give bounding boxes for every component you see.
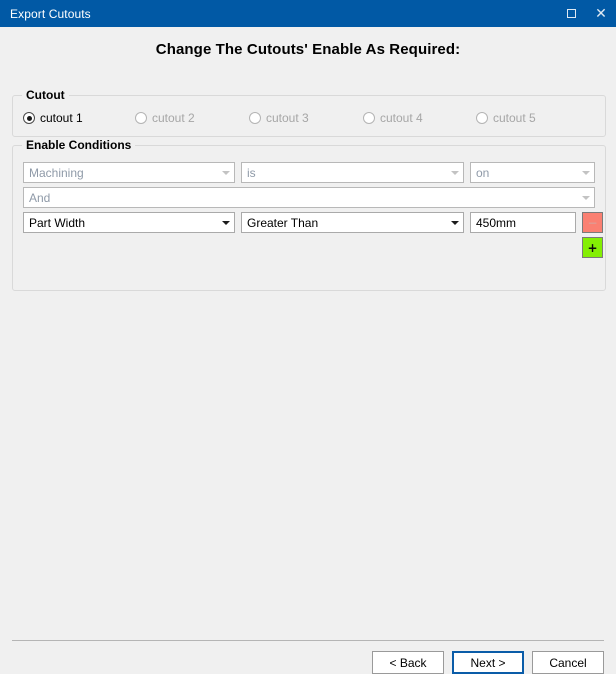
condition-2-operator-select[interactable]: Greater Than [241, 212, 464, 233]
radio-label: cutout 3 [266, 111, 309, 125]
condition-2-subject-select[interactable]: Part Width [23, 212, 235, 233]
dialog-client-area: Change The Cutouts' Enable As Required: … [0, 27, 616, 674]
chevron-down-icon [446, 163, 463, 182]
radio-cutout-4[interactable]: cutout 4 [363, 109, 423, 127]
radio-cutout-1[interactable]: cutout 1 [23, 109, 83, 127]
condition-joiner-value: And [29, 190, 51, 205]
condition-2-subject-value: Part Width [29, 215, 86, 230]
radio-icon [23, 112, 35, 124]
condition-2-value-input[interactable]: 450mm [470, 212, 576, 233]
radio-cutout-3[interactable]: cutout 3 [249, 109, 309, 127]
condition-1-operator-select[interactable]: is [241, 162, 464, 183]
radio-icon [135, 112, 147, 124]
condition-1-value: on [476, 165, 490, 180]
condition-1-subject-value: Machining [29, 165, 84, 180]
radio-cutout-2[interactable]: cutout 2 [135, 109, 195, 127]
cutout-group-legend: Cutout [22, 88, 69, 102]
maximize-button[interactable] [556, 0, 586, 27]
condition-row-3: Part Width Greater Than 450mm − [23, 212, 603, 233]
radio-label: cutout 1 [40, 111, 83, 125]
next-button[interactable]: Next > [452, 651, 524, 674]
add-condition-button[interactable]: + [582, 237, 603, 258]
cancel-button[interactable]: Cancel [532, 651, 604, 674]
chevron-down-icon [577, 188, 594, 207]
chevron-down-icon [217, 213, 234, 232]
footer-separator [12, 640, 604, 641]
back-button[interactable]: < Back [372, 651, 444, 674]
condition-2-operator-value: Greater Than [247, 215, 319, 230]
radio-label: cutout 5 [493, 111, 536, 125]
footer-button-row: < Back Next > Cancel [372, 651, 604, 674]
condition-2-value: 450mm [476, 215, 517, 230]
close-button[interactable]: ✕ [586, 0, 616, 27]
radio-label: cutout 4 [380, 111, 423, 125]
chevron-down-icon [577, 163, 594, 182]
condition-1-value-select[interactable]: on [470, 162, 595, 183]
window-title: Export Cutouts [10, 6, 91, 21]
remove-condition-button[interactable]: − [582, 212, 603, 233]
enable-conditions-legend: Enable Conditions [22, 138, 136, 152]
cutout-group: Cutout cutout 1 cutout 2 cutout 3 cutout… [12, 88, 606, 137]
page-title: Change The Cutouts' Enable As Required: [155, 41, 461, 58]
window-titlebar: Export Cutouts ✕ [0, 0, 616, 27]
condition-1-operator-value: is [247, 165, 256, 180]
cutout-radio-row: cutout 1 cutout 2 cutout 3 cutout 4 cuto… [13, 109, 605, 129]
chevron-down-icon [446, 213, 463, 232]
radio-icon [249, 112, 261, 124]
condition-row-2: And [23, 187, 595, 208]
enable-conditions-group: Enable Conditions Machining is on And Pa… [12, 138, 606, 291]
radio-icon [363, 112, 375, 124]
condition-joiner-select[interactable]: And [23, 187, 595, 208]
close-icon: ✕ [595, 5, 607, 22]
radio-label: cutout 2 [152, 111, 195, 125]
radio-cutout-5[interactable]: cutout 5 [476, 109, 536, 127]
condition-row-1: Machining is on [23, 162, 595, 183]
window-controls: ✕ [556, 0, 616, 27]
maximize-icon [566, 9, 576, 18]
condition-1-subject-select[interactable]: Machining [23, 162, 235, 183]
chevron-down-icon [217, 163, 234, 182]
radio-icon [476, 112, 488, 124]
